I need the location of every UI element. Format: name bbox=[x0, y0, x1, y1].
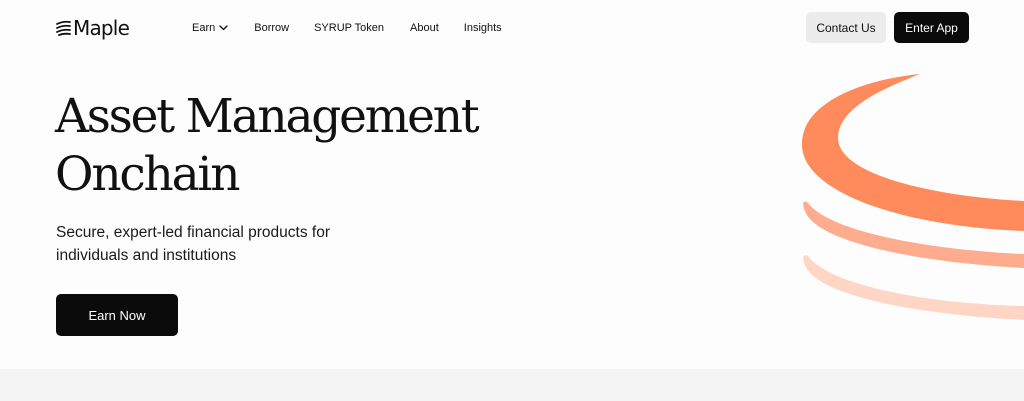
enter-app-button[interactable]: Enter App bbox=[894, 12, 969, 43]
logo-text: Maple bbox=[73, 16, 130, 40]
hero-title-line1: Asset Management bbox=[55, 89, 480, 144]
nav-item-earn-label: Earn bbox=[192, 22, 216, 34]
nav-item-insights[interactable]: Insights bbox=[464, 20, 502, 36]
contact-us-button[interactable]: Contact Us bbox=[806, 12, 886, 43]
chevron-down-icon bbox=[219, 25, 228, 31]
hero-title: Asset Management Onchain bbox=[55, 88, 575, 204]
landing-page: Maple Earn Borrow SYRUP Token About Insi… bbox=[0, 0, 1024, 401]
nav-item-about[interactable]: About bbox=[410, 20, 439, 36]
top-navigation: Maple Earn Borrow SYRUP Token About Insi… bbox=[0, 0, 1024, 56]
hero-subtitle: Secure, expert-led financial products fo… bbox=[56, 224, 330, 264]
nav-item-syrup-token[interactable]: SYRUP Token bbox=[314, 20, 384, 36]
orange-rings-graphic-icon bbox=[801, 74, 1024, 320]
maple-stripes-logo-icon bbox=[56, 20, 71, 36]
maple-logo-link[interactable]: Maple bbox=[56, 16, 130, 40]
nav-item-borrow[interactable]: Borrow bbox=[254, 20, 289, 36]
main-nav: Earn Borrow SYRUP Token About Insights bbox=[192, 20, 502, 36]
next-section-band bbox=[0, 369, 1024, 401]
hero-title-line2: Onchain bbox=[55, 147, 241, 202]
earn-now-button[interactable]: Earn Now bbox=[56, 294, 178, 336]
nav-item-earn[interactable]: Earn bbox=[192, 20, 228, 36]
